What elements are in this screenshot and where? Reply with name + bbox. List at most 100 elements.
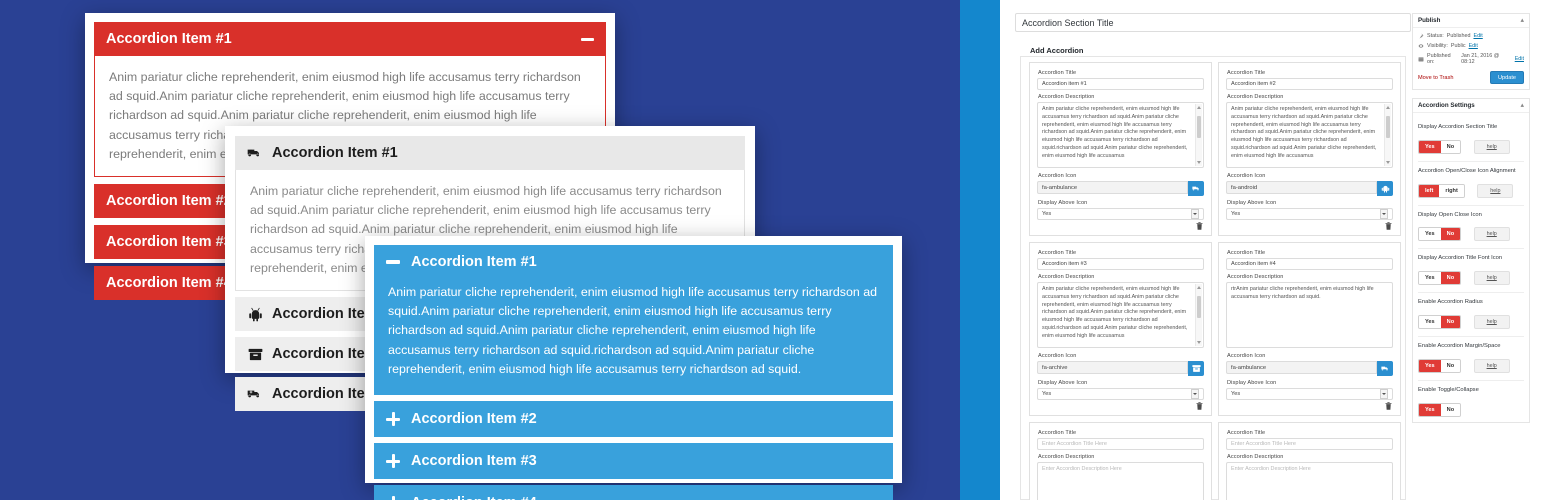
accordion-title-input[interactable]: Accordion item #1: [1037, 78, 1204, 90]
scroll-down-icon[interactable]: [1197, 161, 1202, 164]
chevron-down-icon[interactable]: [1380, 389, 1388, 399]
accordion-description-textarea[interactable]: Anim pariatur cliche reprehenderit, enim…: [1226, 102, 1393, 168]
scroll-up-icon[interactable]: [1197, 106, 1202, 109]
help-link[interactable]: help: [1477, 183, 1514, 198]
help-link[interactable]: help: [1473, 271, 1510, 286]
accordion-icon-input[interactable]: fa-ambulance: [1226, 361, 1377, 374]
chevron-down-icon[interactable]: [1380, 209, 1388, 219]
scroll-up-icon[interactable]: [1197, 286, 1202, 289]
toggle-option-right[interactable]: right: [1439, 184, 1464, 197]
toggle-option-no[interactable]: No: [1440, 272, 1461, 285]
help-link[interactable]: help: [1473, 227, 1510, 242]
accordion-title-input[interactable]: Accordion item #2: [1226, 78, 1393, 90]
accordion-title-input[interactable]: Accordion item #4: [1226, 258, 1393, 270]
scrollbar-thumb[interactable]: [1197, 296, 1201, 318]
delete-accordion-button[interactable]: [1195, 401, 1204, 411]
plus-icon[interactable]: [386, 454, 400, 469]
chevron-toggle-icon[interactable]: ▴: [1520, 102, 1524, 109]
toggle-option-yes[interactable]: Yes: [1419, 316, 1441, 329]
yes-no-toggle[interactable]: Yes No: [1418, 315, 1462, 330]
ambulance-icon[interactable]: [1377, 361, 1393, 376]
toggle-option-no[interactable]: No: [1440, 359, 1461, 372]
edit-visibility-link[interactable]: Edit: [1469, 43, 1478, 49]
plus-icon[interactable]: [386, 412, 400, 427]
display-above-icon-select[interactable]: Yes: [1037, 208, 1204, 220]
textarea-scrollbar[interactable]: [1195, 104, 1202, 166]
field-label-title: Accordion Title: [1038, 70, 1077, 76]
setting-label: Enable Accordion Radius: [1418, 299, 1483, 306]
accordion-title-input[interactable]: Accordion item #3: [1037, 258, 1204, 270]
textarea-scrollbar[interactable]: [1195, 284, 1202, 346]
edit-status-link[interactable]: Edit: [1473, 33, 1482, 39]
accordion-title-input[interactable]: Enter Accordion Title Here: [1226, 438, 1393, 450]
minus-icon[interactable]: [386, 260, 400, 264]
edit-date-link[interactable]: Edit: [1515, 56, 1524, 62]
display-above-icon-select[interactable]: Yes: [1226, 388, 1393, 400]
display-above-icon-select[interactable]: Yes: [1037, 388, 1204, 400]
accordion-icon-input[interactable]: fa-archive: [1037, 361, 1188, 374]
toggle-option-no[interactable]: No: [1440, 316, 1461, 329]
toggle-option-yes[interactable]: Yes: [1419, 359, 1441, 372]
toggle-option-left[interactable]: left: [1419, 184, 1440, 197]
plus-icon[interactable]: [386, 496, 400, 500]
toggle-option-yes[interactable]: Yes: [1419, 272, 1441, 285]
accordion-description-textarea[interactable]: Enter Accordion Description Here: [1037, 462, 1204, 500]
ambulance-icon[interactable]: [1188, 181, 1204, 196]
toggle-option-no[interactable]: No: [1440, 140, 1461, 153]
toggle-option-yes[interactable]: Yes: [1419, 403, 1441, 416]
accordion-title: Accordion Item #3: [411, 453, 537, 470]
delete-accordion-button[interactable]: [1195, 221, 1204, 231]
accordion-header-open[interactable]: Accordion Item #1: [235, 136, 745, 170]
toggle-option-no[interactable]: No: [1440, 228, 1461, 241]
android-icon[interactable]: [1377, 181, 1393, 196]
display-above-icon-select[interactable]: Yes: [1226, 208, 1393, 220]
accordion-settings-header[interactable]: Accordion Settings ▴: [1413, 99, 1529, 113]
help-link[interactable]: help: [1473, 139, 1510, 154]
accordion-header-closed[interactable]: Accordion Item #4: [374, 485, 893, 500]
yes-no-toggle[interactable]: Yes No: [1418, 358, 1462, 373]
archive-icon: [247, 346, 263, 362]
chevron-toggle-icon[interactable]: ▴: [1520, 17, 1524, 24]
add-accordion-metabox: Accordion Title Accordion item #1 Accord…: [1020, 56, 1406, 500]
accordion-description-textarea[interactable]: Anim pariatur cliche reprehenderit, enim…: [1037, 102, 1204, 168]
accordion-title-input[interactable]: Enter Accordion Title Here: [1037, 438, 1204, 450]
move-to-trash-link[interactable]: Move to Trash: [1418, 75, 1453, 81]
publish-metabox-header[interactable]: Publish ▴: [1413, 14, 1529, 28]
accordion-icon-input[interactable]: fa-ambulance: [1037, 181, 1188, 194]
accordion-icon-input[interactable]: fa-android: [1226, 181, 1377, 194]
delete-accordion-button[interactable]: [1384, 401, 1393, 411]
chevron-down-icon[interactable]: [1191, 389, 1199, 399]
accordion-description-textarea[interactable]: rtrAnim pariatur cliche reprehenderit, e…: [1226, 282, 1393, 348]
scrollbar-thumb[interactable]: [1386, 116, 1390, 138]
textarea-scrollbar[interactable]: [1384, 104, 1391, 166]
help-link[interactable]: help: [1473, 315, 1510, 330]
accordion-description-textarea[interactable]: Enter Accordion Description Here: [1226, 462, 1393, 500]
scrollbar-thumb[interactable]: [1197, 116, 1201, 138]
description-text: Anim pariatur cliche reprehenderit, enim…: [1042, 106, 1188, 159]
accordion-description-textarea[interactable]: Anim pariatur cliche reprehenderit, enim…: [1037, 282, 1204, 348]
scroll-up-icon[interactable]: [1386, 106, 1391, 109]
delete-accordion-button[interactable]: [1384, 221, 1393, 231]
accordion-header-closed[interactable]: Accordion Item #3: [374, 443, 893, 480]
update-button[interactable]: Update: [1489, 71, 1524, 84]
yes-no-toggle[interactable]: Yes No: [1418, 139, 1462, 154]
toggle-option-yes[interactable]: Yes: [1419, 228, 1441, 241]
scroll-down-icon[interactable]: [1197, 341, 1202, 344]
field-label-display-above-icon: Display Above Icon: [1038, 380, 1088, 386]
setting-label: Display Open Close Icon: [1418, 211, 1482, 218]
yes-no-toggle[interactable]: Yes No: [1418, 271, 1462, 286]
chevron-down-icon[interactable]: [1191, 209, 1199, 219]
archive-icon[interactable]: [1188, 361, 1204, 376]
post-title-input[interactable]: Accordion Section Title: [1015, 13, 1411, 32]
yes-no-toggle[interactable]: Yes No: [1418, 402, 1462, 417]
accordion-header-closed[interactable]: Accordion Item #2: [374, 401, 893, 438]
toggle-option-yes[interactable]: Yes: [1419, 140, 1441, 153]
scroll-down-icon[interactable]: [1386, 161, 1391, 164]
accordion-header-open[interactable]: Accordion Item #1: [94, 22, 606, 56]
yes-no-toggle[interactable]: Yes No: [1418, 227, 1462, 242]
toggle-option-no[interactable]: No: [1440, 403, 1461, 416]
alignment-toggle[interactable]: left right: [1418, 183, 1465, 198]
accordion-header-open[interactable]: Accordion Item #1: [374, 245, 893, 279]
help-link[interactable]: help: [1473, 358, 1510, 373]
minus-icon[interactable]: [581, 37, 594, 41]
